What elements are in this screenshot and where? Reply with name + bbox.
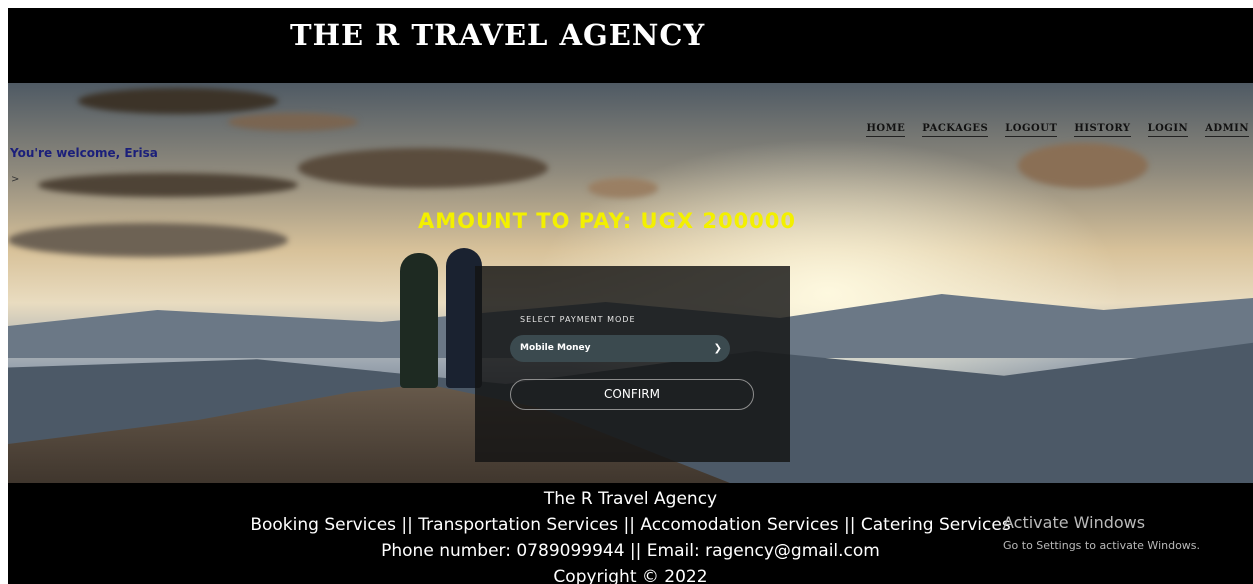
footer-agency-name: The R Travel Agency <box>543 489 718 509</box>
activation-watermark-title: Activate Windows <box>1003 513 1146 532</box>
person-figure <box>400 253 438 388</box>
nav-home[interactable]: HOME <box>866 123 906 137</box>
cloud-shape <box>228 113 358 131</box>
hero-section: HOME PACKAGES LOGOUT HISTORY LOGIN ADMIN… <box>8 83 1253 483</box>
nav-admin[interactable]: ADMIN <box>1205 123 1249 137</box>
cloud-shape <box>8 223 288 257</box>
nav-login[interactable]: LOGIN <box>1147 123 1189 137</box>
amount-to-pay: AMOUNT TO PAY: UGX 200000 <box>418 209 797 233</box>
welcome-message: You're welcome, Erisa <box>10 146 158 160</box>
payment-panel: SELECT PAYMENT MODE Mobile Money ❯ CONFI… <box>475 266 790 462</box>
footer-copyright: Copyright © 2022 <box>553 567 708 584</box>
main-nav: HOME PACKAGES LOGOUT HISTORY LOGIN ADMIN <box>866 123 1249 137</box>
chevron-down-icon: ❯ <box>713 343 722 354</box>
page: THE R TRAVEL AGENCY HOME PACKAGES LOGOUT… <box>8 8 1253 584</box>
cloud-shape <box>78 88 278 114</box>
cloud-shape <box>38 173 298 197</box>
nav-history[interactable]: HISTORY <box>1074 123 1131 137</box>
payment-mode-value: Mobile Money <box>520 343 591 353</box>
cloud-shape <box>1018 143 1148 188</box>
header-bar: THE R TRAVEL AGENCY <box>8 8 1253 83</box>
nav-packages[interactable]: PACKAGES <box>922 123 989 137</box>
site-title: THE R TRAVEL AGENCY <box>290 18 706 52</box>
nav-logout[interactable]: LOGOUT <box>1005 123 1058 137</box>
activation-watermark-subtitle: Go to Settings to activate Windows. <box>1003 539 1201 552</box>
footer: The R Travel Agency Booking Services || … <box>8 483 1253 584</box>
payment-mode-label: SELECT PAYMENT MODE <box>520 315 636 324</box>
cloud-shape <box>298 148 548 188</box>
payment-mode-select[interactable]: Mobile Money ❯ <box>510 335 730 362</box>
cloud-shape <box>588 178 658 198</box>
confirm-button[interactable]: CONFIRM <box>510 379 754 410</box>
marker-text: > <box>11 174 20 185</box>
